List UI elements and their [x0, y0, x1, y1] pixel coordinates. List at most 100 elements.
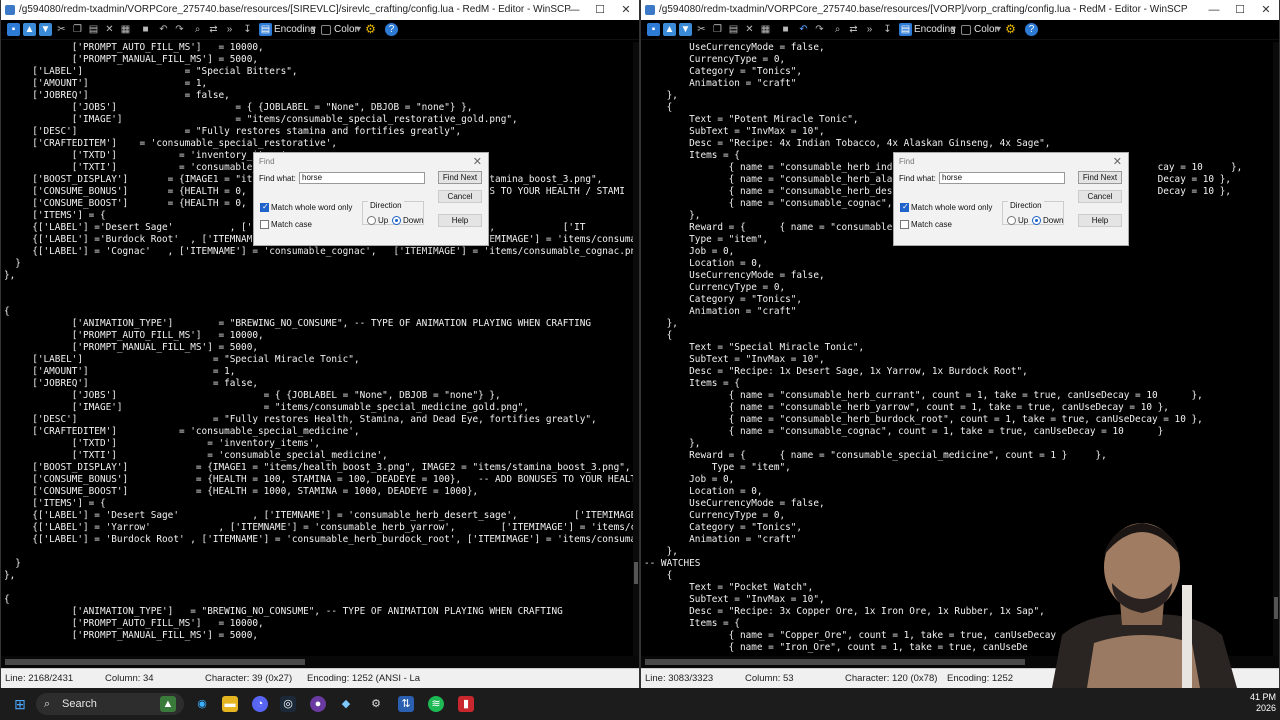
code-line[interactable]: Desc = "Recipe: 1x Desert Sage, 1x Yarro…: [644, 366, 1273, 378]
color-menu[interactable]: Color: [334, 23, 358, 36]
help-button[interactable]: Help: [1078, 214, 1122, 227]
find-next-icon[interactable]: »: [223, 23, 236, 36]
code-line[interactable]: {: [4, 306, 633, 318]
code-line[interactable]: ['LABEL'] = "Special Bitters",: [4, 66, 633, 78]
color-menu[interactable]: Color: [974, 23, 998, 36]
code-line[interactable]: ['JOBREQ'] = false,: [4, 90, 633, 102]
gear-icon[interactable]: ⚙: [1004, 23, 1017, 36]
help-icon[interactable]: ?: [385, 23, 398, 36]
code-line[interactable]: ['CONSUME_BOOST'] = {HEALTH = 1000, STAM…: [4, 486, 633, 498]
code-line[interactable]: Animation = "craft": [644, 306, 1273, 318]
system-clock[interactable]: 41 PM 2026: [1250, 692, 1276, 714]
close-button[interactable]: ✕: [1253, 0, 1279, 20]
code-line[interactable]: {['LABEL'] = 'Desert Sage' , ['ITEMNAME'…: [4, 510, 633, 522]
code-line[interactable]: ['PROMPT_MANUAL_FILL_MS'] = 5000,: [4, 54, 633, 66]
minimize-button[interactable]: —: [1201, 0, 1227, 20]
code-line[interactable]: ['JOBS'] = { {JOBLABEL = "None", DBJOB =…: [4, 102, 633, 114]
download-icon[interactable]: ▼: [39, 23, 52, 36]
stop-icon[interactable]: ■: [779, 23, 792, 36]
match-whole-word-checkbox[interactable]: [260, 202, 269, 212]
code-line[interactable]: ['PROMPT_AUTO_FILL_MS'] = 10000,: [4, 330, 633, 342]
match-case-checkbox[interactable]: [900, 220, 909, 229]
code-line[interactable]: ['JOBS'] = { {JOBLABEL = "None", DBJOB =…: [4, 390, 633, 402]
vertical-scrollbar[interactable]: [633, 42, 639, 656]
code-line[interactable]: ['TXTI'] = 'consumable_special_medicine'…: [4, 450, 633, 462]
chevron-down-icon[interactable]: ▾: [951, 23, 956, 36]
undo-icon[interactable]: ↶: [157, 23, 170, 36]
code-line[interactable]: Text = "Special Miracle Tonic",: [644, 342, 1273, 354]
windows-start-icon[interactable]: ⊞: [12, 696, 28, 712]
code-line[interactable]: [4, 282, 633, 294]
find-next-button[interactable]: Find Next: [438, 171, 482, 184]
code-line[interactable]: UseCurrencyMode = false,: [644, 270, 1273, 282]
vscode-icon[interactable]: ◆: [338, 696, 354, 712]
cancel-button[interactable]: Cancel: [438, 190, 482, 203]
code-line[interactable]: },: [4, 270, 633, 282]
match-whole-word-checkbox[interactable]: [900, 202, 909, 212]
code-line[interactable]: { name = "consumable_cognac", count = 1,…: [644, 426, 1273, 438]
code-line[interactable]: ['IMAGE'] = "items/consumable_special_re…: [4, 114, 633, 126]
code-line[interactable]: { name = "consumable_herb_burdock_root",…: [644, 414, 1273, 426]
code-line[interactable]: Job = 0,: [644, 246, 1273, 258]
scroll-thumb[interactable]: [1274, 597, 1278, 619]
maximize-button[interactable]: ☐: [1227, 0, 1253, 20]
code-line[interactable]: ['AMOUNT'] = 1,: [4, 78, 633, 90]
code-line[interactable]: {: [644, 102, 1273, 114]
code-line[interactable]: ['PROMPT_MANUAL_FILL_MS'] = 5000,: [4, 630, 633, 642]
find-what-input[interactable]: horse: [299, 172, 425, 184]
code-line[interactable]: SubText = "InvMax = 10",: [644, 126, 1273, 138]
delete-icon[interactable]: ✕: [103, 23, 116, 36]
widgets-icon[interactable]: ▲: [160, 696, 176, 712]
code-line[interactable]: {: [4, 594, 633, 606]
upload-icon[interactable]: ▲: [23, 23, 36, 36]
code-line[interactable]: ['ITEMS'] = {: [4, 498, 633, 510]
code-line[interactable]: ['BOOST_DISPLAY'] = {IMAGE1 = "items/hea…: [4, 462, 633, 474]
down-radio[interactable]: [1032, 216, 1041, 225]
match-case-checkbox[interactable]: [260, 220, 269, 229]
code-line[interactable]: ['JOBREQ'] = false,: [4, 378, 633, 390]
vertical-scrollbar[interactable]: [1273, 42, 1279, 656]
code-line[interactable]: {['LABEL'] = 'Cognac' , ['ITEMNAME'] = '…: [4, 246, 633, 258]
close-icon[interactable]: ✕: [1113, 155, 1122, 168]
code-line[interactable]: Items = {: [644, 378, 1273, 390]
code-line[interactable]: ['PROMPT_MANUAL_FILL_MS'] = 5000,: [4, 342, 633, 354]
code-line[interactable]: { name = "consumable_herb_yarrow", count…: [644, 402, 1273, 414]
find-icon[interactable]: ⌕: [191, 23, 204, 36]
code-editor[interactable]: ['PROMPT_AUTO_FILL_MS'] = 10000, ['PROMP…: [1, 42, 633, 656]
code-line[interactable]: {['LABEL'] = 'Yarrow' , ['ITEMNAME'] = '…: [4, 522, 633, 534]
code-line[interactable]: Reward = { { name = "consumable_special_…: [644, 450, 1273, 462]
code-line[interactable]: Category = "Tonics",: [644, 66, 1273, 78]
code-line[interactable]: UseCurrencyMode = false,: [644, 498, 1273, 510]
help-icon[interactable]: ?: [1025, 23, 1038, 36]
code-line[interactable]: Location = 0,: [644, 486, 1273, 498]
cut-icon[interactable]: ✂: [55, 23, 68, 36]
code-line[interactable]: CurrencyType = 0,: [644, 282, 1273, 294]
replace-icon[interactable]: ⇄: [847, 23, 860, 36]
code-line[interactable]: CurrencyType = 0,: [644, 54, 1273, 66]
code-line[interactable]: [4, 546, 633, 558]
minimize-button[interactable]: —: [561, 0, 587, 20]
code-line[interactable]: { name = "consumable_herb_currant", coun…: [644, 390, 1273, 402]
code-line[interactable]: Location = 0,: [644, 258, 1273, 270]
code-line[interactable]: Animation = "craft": [644, 78, 1273, 90]
encoding-menu[interactable]: Encoding: [914, 23, 956, 36]
code-line[interactable]: ['CRAFTEDITEM'] = 'consumable_special_re…: [4, 138, 633, 150]
paste-icon[interactable]: ▤: [727, 23, 740, 36]
copy-icon[interactable]: ❐: [71, 23, 84, 36]
find-what-input[interactable]: horse: [939, 172, 1065, 184]
code-line[interactable]: ['AMOUNT'] = 1,: [4, 366, 633, 378]
code-line[interactable]: {['LABEL'] = 'Burdock Root' , ['ITEMNAME…: [4, 534, 633, 546]
upload-icon[interactable]: ▲: [663, 23, 676, 36]
find-next-button[interactable]: Find Next: [1078, 171, 1122, 184]
code-line[interactable]: Text = "Potent Miracle Tonic",: [644, 114, 1273, 126]
find-icon[interactable]: ⌕: [831, 23, 844, 36]
code-line[interactable]: ['DESC'] = "Fully restores stamina and f…: [4, 126, 633, 138]
code-line[interactable]: ['ANIMATION_TYPE'] = "BREWING_NO_CONSUME…: [4, 318, 633, 330]
save-icon[interactable]: ▪: [647, 23, 660, 36]
cut-icon[interactable]: ✂: [695, 23, 708, 36]
close-button[interactable]: ✕: [613, 0, 639, 20]
goto-line-icon[interactable]: ↧: [241, 23, 254, 36]
scroll-thumb[interactable]: [634, 562, 638, 584]
horizontal-scrollbar[interactable]: [1, 656, 639, 668]
close-icon[interactable]: ✕: [473, 155, 482, 168]
